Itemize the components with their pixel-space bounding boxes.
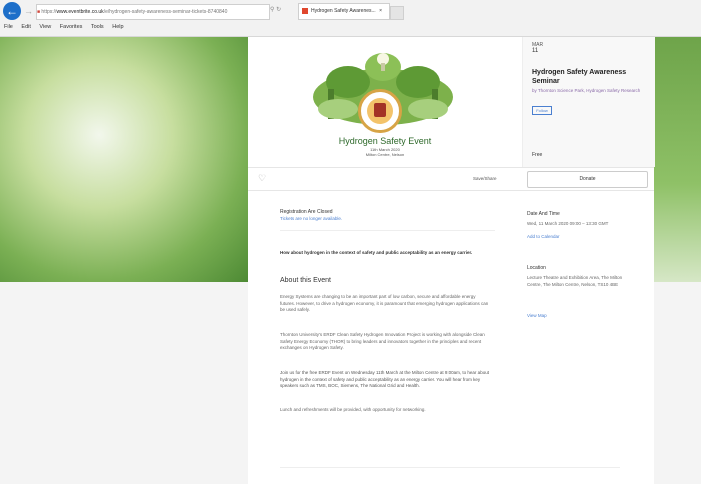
- address-bar-controls[interactable]: ⚲ ↻: [270, 6, 281, 13]
- divider-bottom: [280, 467, 620, 468]
- refresh-icon[interactable]: ↻: [276, 7, 281, 13]
- address-path: /e/hydrogen-safety-awareness-seminar-tic…: [103, 9, 228, 15]
- browser-chrome: ← → ■ https://www.eventbrite.co.uk/e/hyd…: [0, 0, 701, 37]
- about-paragraph-4: Lunch and refreshments will be provided,…: [280, 407, 426, 412]
- close-icon[interactable]: ×: [379, 8, 382, 14]
- registration-note: Tickets are no longer available.: [280, 216, 343, 221]
- datetime-value: Wed, 11 March 2020 09:00 – 13:30 GMT: [527, 221, 609, 226]
- address-bar[interactable]: ■ https://www.eventbrite.co.uk/e/hydroge…: [36, 4, 270, 20]
- about-paragraph-2: Thornton University's ERDF Clean Safety …: [280, 332, 485, 350]
- share-link[interactable]: Save/Share: [473, 176, 497, 181]
- location-heading: Location: [527, 265, 546, 271]
- event-summary: How about hydrogen in the context of saf…: [280, 250, 473, 255]
- menu-help[interactable]: Help: [112, 24, 123, 30]
- hero-background-right: [654, 37, 701, 282]
- page-background-right: [654, 282, 701, 484]
- menu-tools[interactable]: Tools: [91, 24, 104, 30]
- event-price: Free: [532, 152, 543, 158]
- event-day: 11: [532, 48, 539, 54]
- banner-venue: Milton Centre, Nelson: [365, 152, 405, 157]
- lock-icon: ■: [37, 9, 41, 15]
- menu-file[interactable]: File: [4, 24, 13, 30]
- favicon-icon: [302, 7, 308, 14]
- action-bar: ♡ Save/Share Donate: [248, 167, 654, 191]
- location-value: Lecture Theatre and Exhibition Area, The…: [527, 275, 623, 287]
- menu-bar: File Edit View Favorites Tools Help: [4, 24, 131, 30]
- datetime-heading: Date And Time: [527, 211, 560, 217]
- donate-button[interactable]: Donate: [527, 171, 648, 188]
- event-organizer[interactable]: by Thornton Science Park, Hydrogen Safet…: [532, 88, 642, 94]
- event-banner: Hydrogen Safety Event 11th March 2020 Mi…: [248, 37, 522, 167]
- add-to-calendar-link[interactable]: Add to Calendar: [527, 234, 637, 241]
- view-map-link[interactable]: View Map: [527, 313, 637, 320]
- follow-button[interactable]: Follow: [532, 106, 552, 115]
- about-heading: About this Event: [280, 277, 331, 284]
- heart-icon[interactable]: ♡: [258, 173, 266, 184]
- hero-background-left: [0, 37, 248, 282]
- event-logo: [358, 89, 402, 133]
- page-background-left: [0, 282, 248, 484]
- registration-heading: Registration Are Closed: [280, 209, 333, 215]
- banner-title: Hydrogen Safety Event: [338, 136, 432, 146]
- event-summary-panel: MAR 11 Hydrogen Safety Awareness Seminar…: [522, 37, 655, 167]
- address-prefix: https://: [41, 9, 57, 15]
- about-paragraph-1: Energy Systems are changing to be an imp…: [280, 294, 489, 312]
- search-icon[interactable]: ⚲: [270, 7, 274, 13]
- menu-favorites[interactable]: Favorites: [60, 24, 83, 30]
- menu-view[interactable]: View: [39, 24, 51, 30]
- divider: [280, 230, 495, 231]
- event-card: Hydrogen Safety Event 11th March 2020 Mi…: [248, 37, 655, 484]
- new-tab-button[interactable]: [390, 6, 404, 20]
- address-host: www.eventbrite.co.uk: [56, 9, 104, 15]
- back-button[interactable]: ←: [3, 2, 21, 20]
- menu-edit[interactable]: Edit: [21, 24, 30, 30]
- banner-subtitle: 11th March 2020 Milton Centre, Nelson: [248, 147, 522, 157]
- browser-tab[interactable]: Hydrogen Safety Awarenes... ×: [298, 3, 390, 20]
- event-title: Hydrogen Safety Awareness Seminar: [532, 69, 627, 85]
- about-paragraph-3: Join us for the free ERDF Event on Wedne…: [280, 370, 489, 388]
- forward-button[interactable]: →: [24, 6, 34, 16]
- tab-title: Hydrogen Safety Awarenes...: [311, 8, 376, 14]
